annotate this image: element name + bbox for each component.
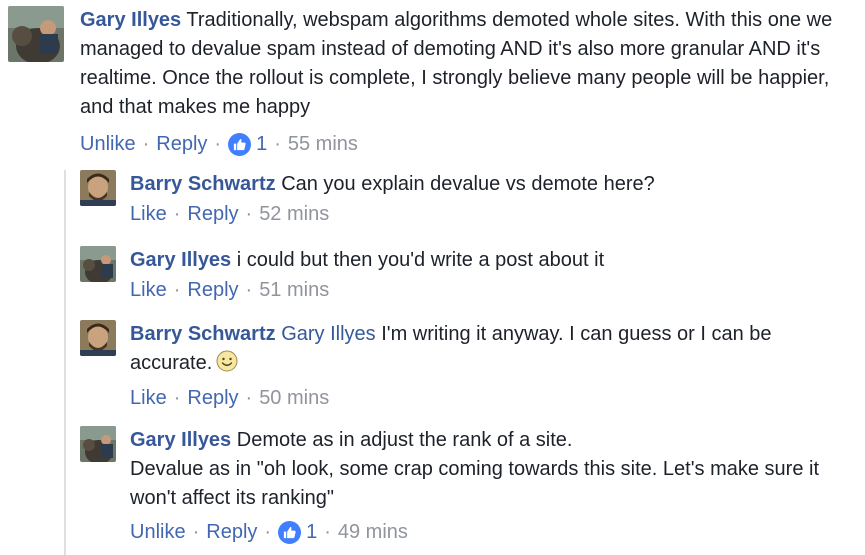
separator: · [245,279,253,301]
comment-text: Barry Schwartz Can you explain devalue v… [130,170,845,199]
mention-link[interactable]: Gary Illyes [281,323,375,345]
author-name[interactable]: Gary Illyes [80,9,181,31]
separator: · [192,521,200,543]
separator: · [245,203,253,225]
timestamp[interactable]: 55 mins [288,131,358,157]
separator: · [274,133,281,155]
timestamp[interactable]: 51 mins [259,277,329,303]
comment-body: Traditionally, webspam algorithms demote… [80,9,833,118]
avatar-barry-schwartz[interactable] [80,320,116,356]
separator: · [173,387,181,409]
timestamp[interactable]: 49 mins [338,519,408,545]
comment-body-line2: Devalue as in "oh look, some crap coming… [130,458,820,509]
comment-text: Barry Schwartz Gary Illyes I'm writing i… [130,320,820,381]
author-name[interactable]: Gary Illyes [130,429,231,451]
avatar-gary-illyes[interactable] [80,426,116,462]
reply-thread-line [64,170,66,555]
reply-comment: Gary Illyes i could but then you'd write… [80,246,850,308]
avatar-gary-illyes[interactable] [80,246,116,282]
avatar-gary-illyes[interactable] [8,6,64,62]
comment-body: Can you explain devalue vs demote here? [281,173,655,195]
separator: · [214,133,222,155]
unlike-link[interactable]: Unlike [80,131,136,157]
reply-comment: Gary Illyes Demote as in adjust the rank… [80,426,850,551]
separator: · [173,203,181,225]
smiley-icon [216,350,238,381]
reply-comment: Barry Schwartz Gary Illyes I'm writing i… [80,320,850,412]
unlike-link[interactable]: Unlike [130,519,186,545]
comment-text: Gary Illyes Demote as in adjust the rank… [130,426,830,513]
separator: · [173,279,181,301]
like-link[interactable]: Like [130,201,167,227]
reply-link[interactable]: Reply [187,201,238,227]
comment-text: Gary Illyes i could but then you'd write… [130,246,845,275]
comment-text: Gary Illyes Traditionally, webspam algor… [80,6,855,122]
author-name[interactable]: Barry Schwartz [130,323,276,345]
comment-actions: Unlike · Reply · 1 · 49 mins [130,519,830,545]
comment: Gary Illyes Traditionally, webspam algor… [8,6,858,161]
reply-link[interactable]: Reply [206,519,257,545]
reply-link[interactable]: Reply [187,277,238,303]
comment-thread: Gary Illyes Traditionally, webspam algor… [0,0,865,555]
separator: · [142,133,150,155]
like-count[interactable]: 1 [278,519,317,545]
like-count[interactable]: 1 [228,131,267,157]
separator: · [324,521,331,543]
timestamp[interactable]: 50 mins [259,385,329,411]
comment-actions: Like · Reply · 52 mins [130,201,845,227]
comment-body: i could but then you'd write a post abou… [236,249,605,271]
thumbs-up-icon [228,132,252,156]
author-name[interactable]: Gary Illyes [130,249,231,271]
comment-actions: Unlike · Reply · 1 · 55 mins [80,131,855,157]
reply-link[interactable]: Reply [156,131,207,157]
timestamp[interactable]: 52 mins [259,201,329,227]
author-name[interactable]: Barry Schwartz [130,173,276,195]
comment-actions: Like · Reply · 50 mins [130,385,820,411]
separator: · [264,521,272,543]
comment-body-line1: Demote as in adjust the rank of a site. [236,429,573,451]
reply-comment: Barry Schwartz Can you explain devalue v… [80,170,850,232]
avatar-barry-schwartz[interactable] [80,170,116,206]
separator: · [245,387,253,409]
like-link[interactable]: Like [130,385,167,411]
like-link[interactable]: Like [130,277,167,303]
comment-actions: Like · Reply · 51 mins [130,277,845,303]
reply-link[interactable]: Reply [187,385,238,411]
thumbs-up-icon [278,520,302,544]
